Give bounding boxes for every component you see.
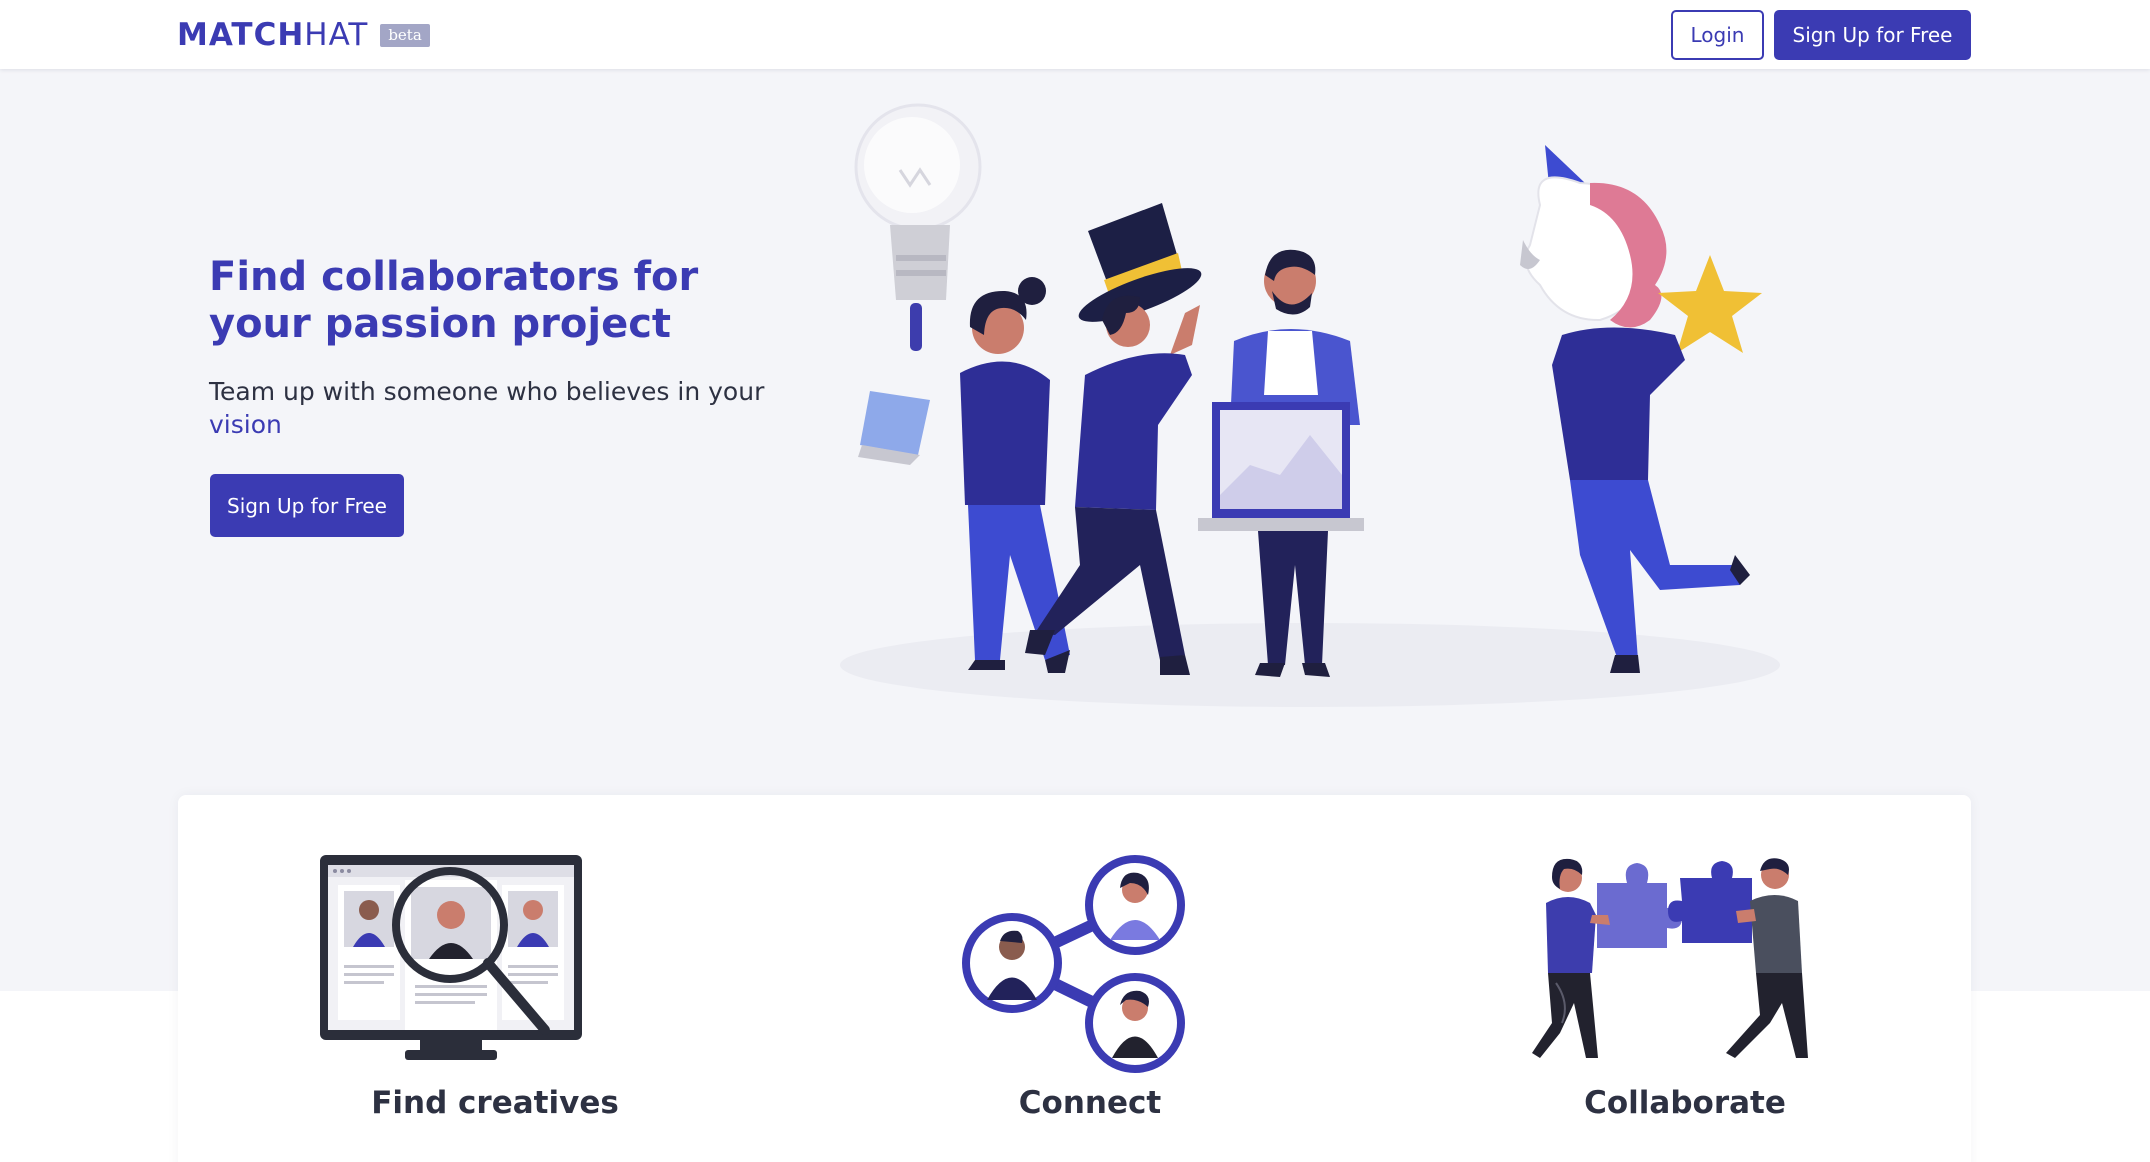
feature-collaborate: Collaborate [1465, 795, 1905, 1162]
team-celebrating-illustration [840, 103, 1780, 707]
top-navbar: MATCH HAT beta Login Sign Up for Free [0, 0, 2150, 69]
logo-hat: HAT [304, 17, 369, 53]
hero-title-line1: Find collaborators for [209, 254, 699, 300]
hero-subtitle: Team up with someone who believes in you… [209, 375, 769, 441]
feature-label-find-creatives: Find creatives [371, 1085, 619, 1121]
hero-signup-button[interactable]: Sign Up for Free [210, 474, 404, 537]
profile-search-icon [320, 855, 582, 1060]
feature-label-collaborate: Collaborate [1584, 1085, 1786, 1121]
login-button[interactable]: Login [1671, 10, 1764, 60]
hero-title-line2: your passion project [209, 301, 672, 347]
hero-subtitle-text: Team up with someone who believes in you… [209, 377, 765, 406]
person-with-unicorn-mask [1520, 145, 1762, 673]
header-signup-button[interactable]: Sign Up for Free [1774, 10, 1971, 60]
hero-title: Find collaborators for your passion proj… [209, 254, 769, 348]
puzzle-collaborate-icon [1532, 858, 1808, 1058]
person-with-lightbulb [854, 103, 1070, 673]
features-card: Find creatives Connect Collaborate [178, 795, 1971, 1162]
logo-match: MATCH [177, 17, 305, 53]
brand-logo[interactable]: MATCH HAT beta [177, 17, 430, 53]
hero-subtitle-accent: vision [209, 410, 282, 439]
feature-label-connect: Connect [1018, 1085, 1162, 1121]
person-with-laptop [1198, 249, 1364, 677]
feature-find-creatives: Find creatives [275, 795, 715, 1162]
beta-badge: beta [380, 23, 430, 47]
feature-connect: Connect [870, 795, 1310, 1162]
network-connect-icon [962, 855, 1185, 1073]
